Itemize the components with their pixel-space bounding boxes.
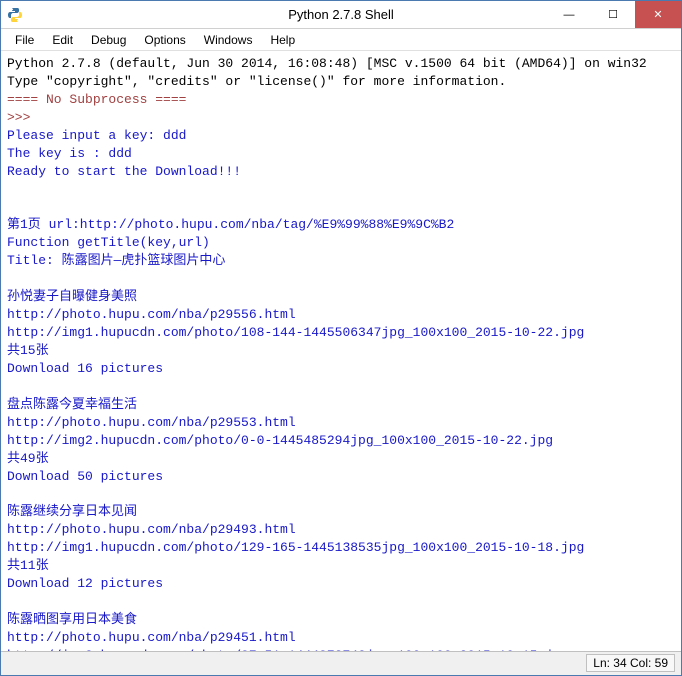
banner-line: Type "copyright", "credits" or "license(… [7,74,506,89]
output-line [7,487,15,502]
menu-edit[interactable]: Edit [44,31,81,49]
output-line: Please input a key: ddd [7,128,186,143]
output-line: http://photo.hupu.com/nba/p29553.html [7,415,296,430]
menu-windows[interactable]: Windows [196,31,261,49]
menu-file[interactable]: File [7,31,42,49]
subprocess-line: ==== No Subprocess ==== [7,92,186,107]
minimize-button[interactable]: — [547,1,591,28]
output-line: Download 50 pictures [7,469,163,484]
output-line: http://img2.hupucdn.com/photo/0-0-144548… [7,433,553,448]
output-line: Download 16 pictures [7,361,163,376]
output-line [7,379,15,394]
menu-options[interactable]: Options [136,31,193,49]
banner-line: Python 2.7.8 (default, Jun 30 2014, 16:0… [7,56,647,71]
output-line: 陈露继续分享日本见闻 [7,504,137,519]
output-line: Ready to start the Download!!! [7,164,241,179]
output-line: 陈露晒图享用日本美食 [7,612,137,627]
statusbar: Ln: 34 Col: 59 [1,651,681,673]
output-line: The key is : ddd [7,146,132,161]
output-line: 共11张 [7,558,49,573]
output-line [7,200,15,215]
menu-debug[interactable]: Debug [83,31,134,49]
python-icon [7,7,23,23]
console-output[interactable]: Python 2.7.8 (default, Jun 30 2014, 16:0… [1,51,681,651]
output-line: http://photo.hupu.com/nba/p29451.html [7,630,296,645]
output-line: 第1页 url:http://photo.hupu.com/nba/tag/%E… [7,217,454,232]
close-button[interactable]: ✕ [635,1,681,28]
prompt: >>> [7,110,38,125]
output-line: Title: 陈露图片—虎扑篮球图片中心 [7,253,225,268]
menubar: File Edit Debug Options Windows Help [1,29,681,51]
output-line: Function getTitle(key,url) [7,235,210,250]
titlebar: Python 2.7.8 Shell — ☐ ✕ [1,1,681,29]
output-line: http://img1.hupucdn.com/photo/108-144-14… [7,325,584,340]
output-line: Download 12 pictures [7,576,163,591]
output-line: http://img1.hupucdn.com/photo/129-165-14… [7,540,584,555]
output-line: http://photo.hupu.com/nba/p29556.html [7,307,296,322]
maximize-button[interactable]: ☐ [591,1,635,28]
output-line: 孙悦妻子自曝健身美照 [7,289,137,304]
output-line: http://photo.hupu.com/nba/p29493.html [7,522,296,537]
output-line: 共49张 [7,451,49,466]
cursor-position: Ln: 34 Col: 59 [586,654,675,672]
output-line [7,594,15,609]
output-line: 共15张 [7,343,49,358]
output-line: http://img2.hupucdn.com/photo/87-51-1444… [7,648,569,651]
window-controls: — ☐ ✕ [547,1,681,28]
menu-help[interactable]: Help [262,31,303,49]
output-line [7,182,15,197]
output-line [7,271,15,286]
output-line: 盘点陈露今夏幸福生活 [7,397,137,412]
